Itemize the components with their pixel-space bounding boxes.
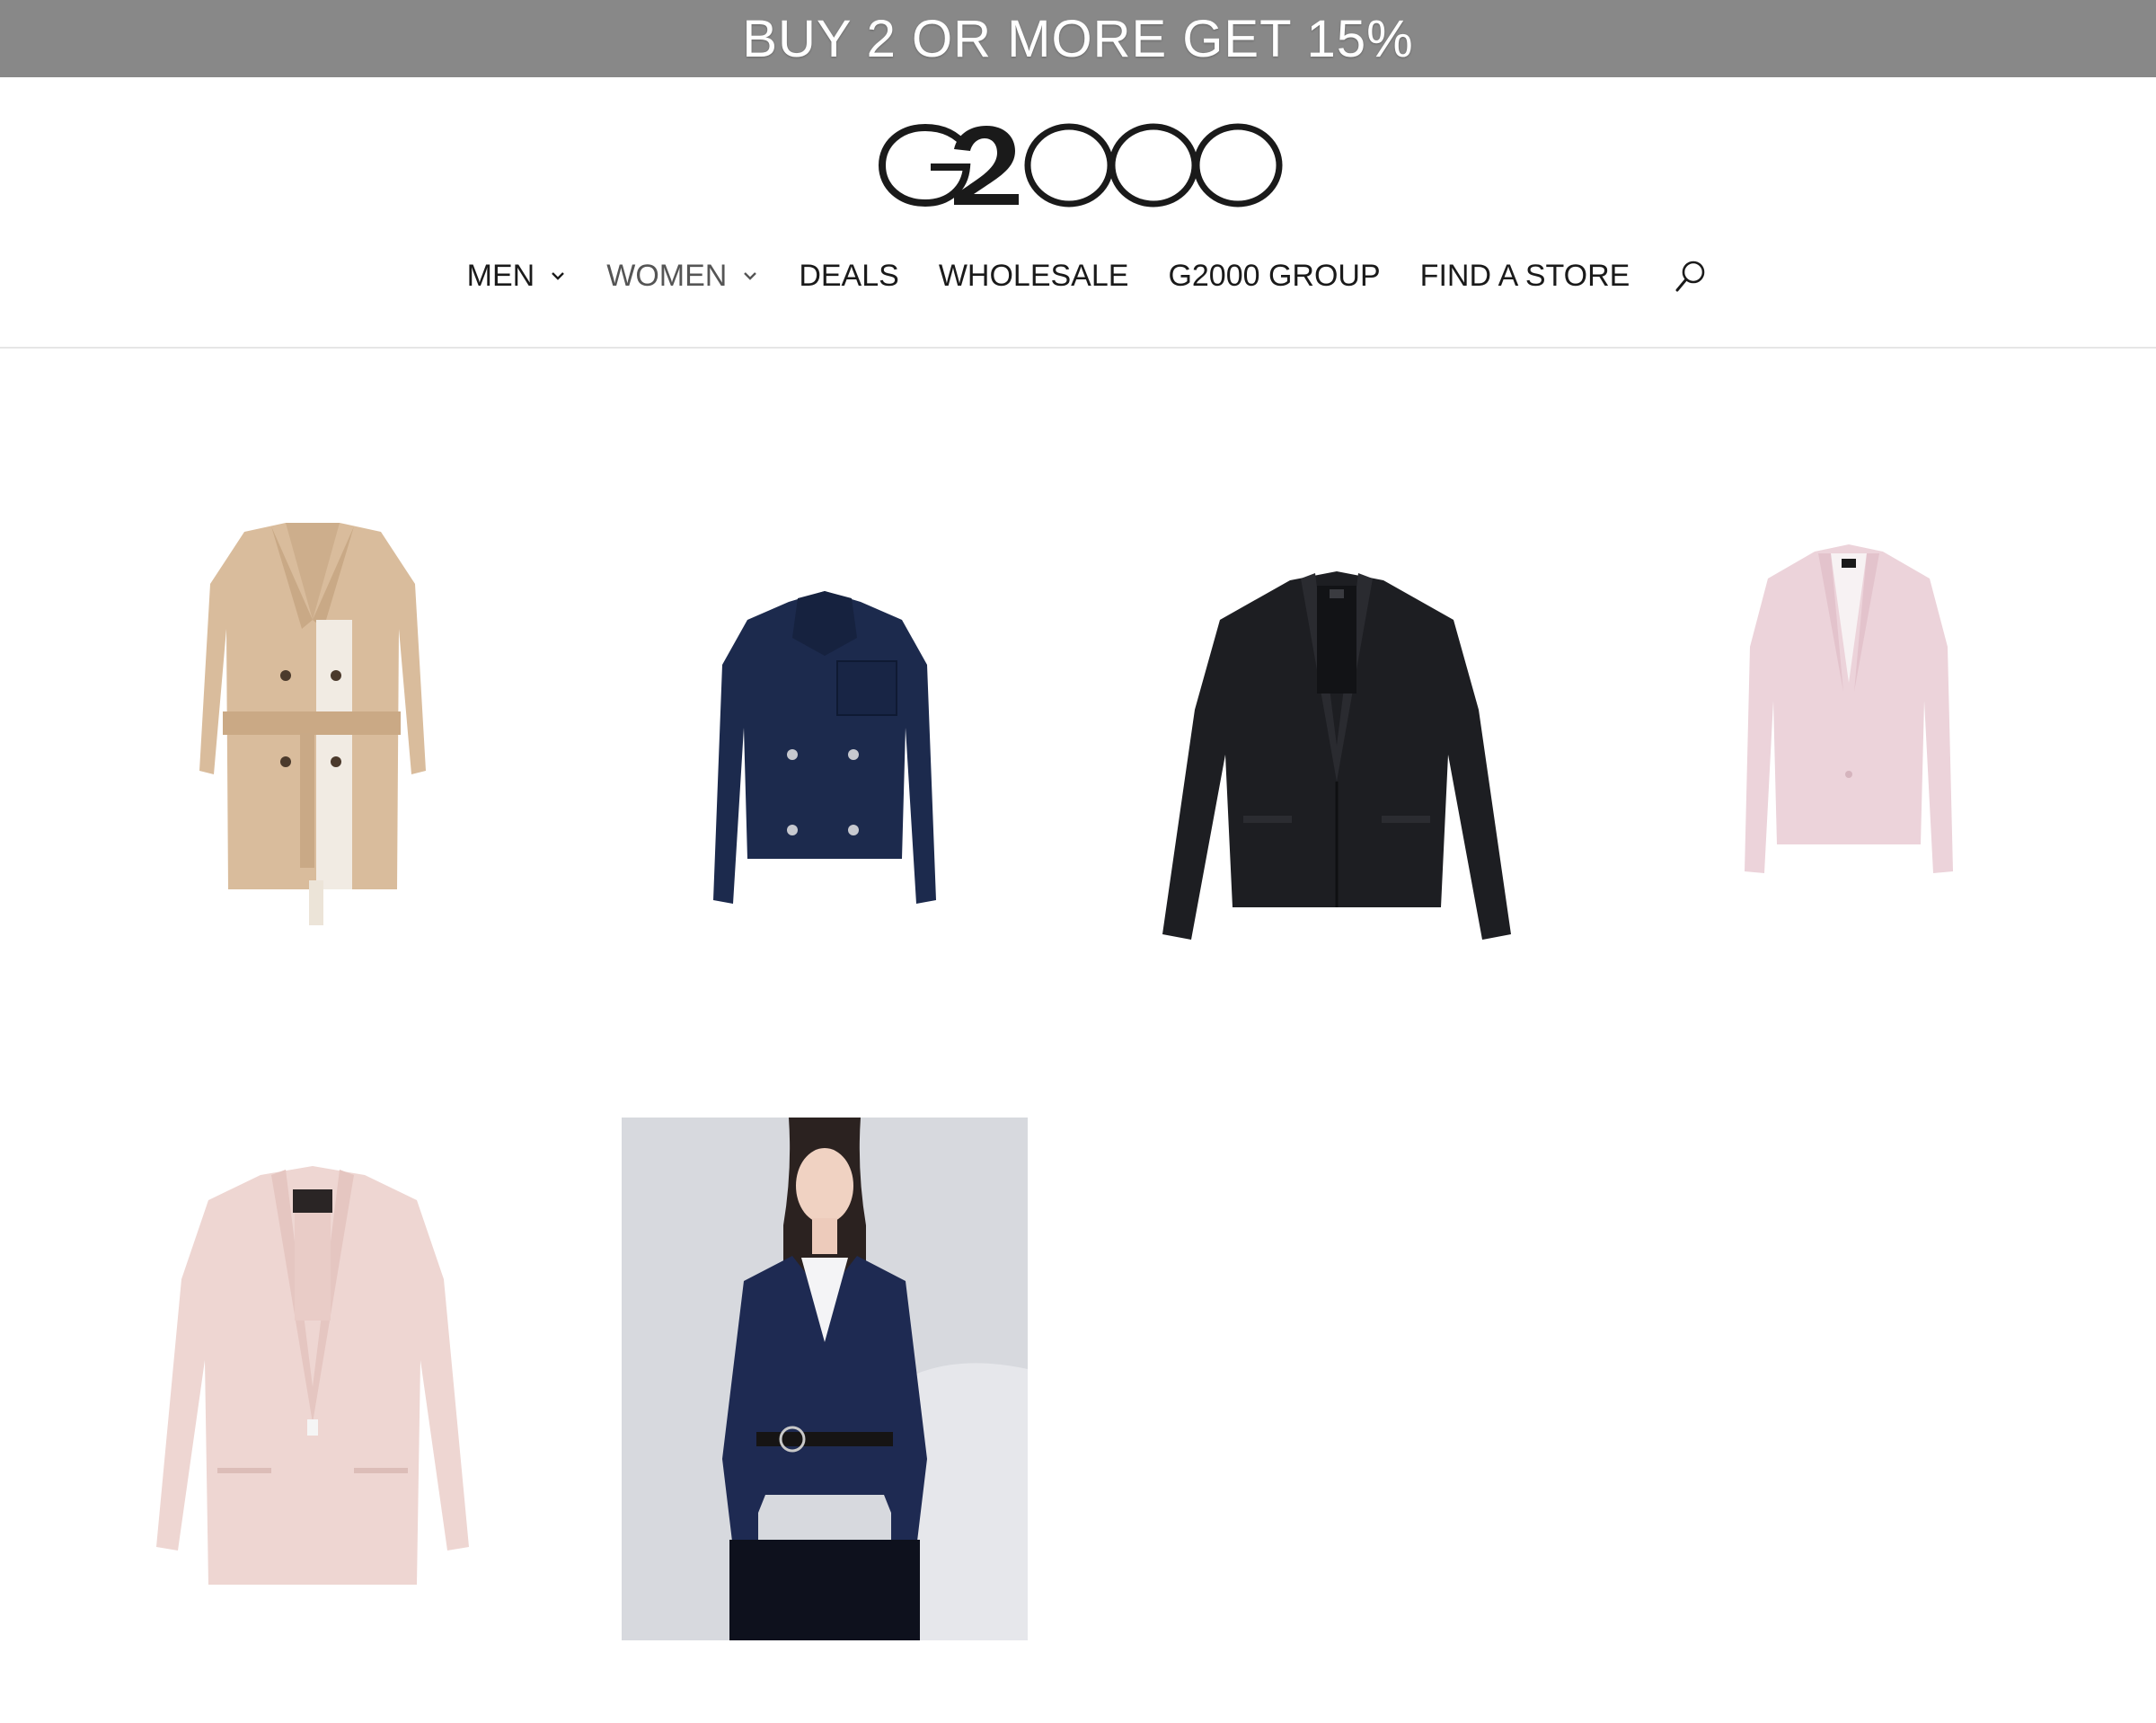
nav-wholesale-label: WHOLESALE [938, 258, 1129, 293]
promo-banner[interactable]: BUY 2 OR MORE GET 15% [0, 0, 2156, 77]
nav-deals-label: DEALS [799, 258, 899, 293]
nav-women-label: WOMEN [606, 258, 728, 293]
nav-wholesale[interactable]: WHOLESALE [939, 259, 1129, 294]
product-image-blush-blazer[interactable] [110, 1118, 516, 1640]
nav-men-label: MEN [466, 258, 535, 293]
product-image-navy-jacket[interactable] [622, 485, 1028, 1015]
brand-logo[interactable] [879, 122, 1285, 208]
nav-find-a-store[interactable]: FIND A STORE [1420, 259, 1630, 294]
nav-find-a-store-label: FIND A STORE [1419, 258, 1630, 293]
nav-deals[interactable]: DEALS [799, 259, 899, 294]
chevron-down-icon [741, 267, 759, 285]
page: BUY 2 OR MORE GET 15% MEN WOMEN DEALS WH… [0, 0, 2156, 1723]
nav-g2000-group[interactable]: G2000 GROUP [1168, 259, 1380, 294]
nav-women[interactable]: WOMEN [606, 259, 759, 294]
nav-men[interactable]: MEN [467, 259, 568, 294]
product-image-pink-blazer[interactable] [1646, 485, 2052, 1015]
search-icon[interactable] [1673, 258, 1709, 294]
product-image-model-navy-blazer[interactable] [622, 1118, 1028, 1640]
main-nav: MEN WOMEN DEALS WHOLESALE G2000 GROUP FI… [0, 253, 2156, 298]
chevron-down-icon [549, 267, 567, 285]
nav-g2000-group-label: G2000 GROUP [1168, 258, 1381, 293]
product-image-black-blazer[interactable] [1134, 485, 1540, 1015]
promo-text: BUY 2 OR MORE GET 15% [742, 9, 1414, 68]
site-header: MEN WOMEN DEALS WHOLESALE G2000 GROUP FI… [0, 77, 2156, 349]
product-image-beige-trench-coat[interactable] [110, 485, 516, 1015]
